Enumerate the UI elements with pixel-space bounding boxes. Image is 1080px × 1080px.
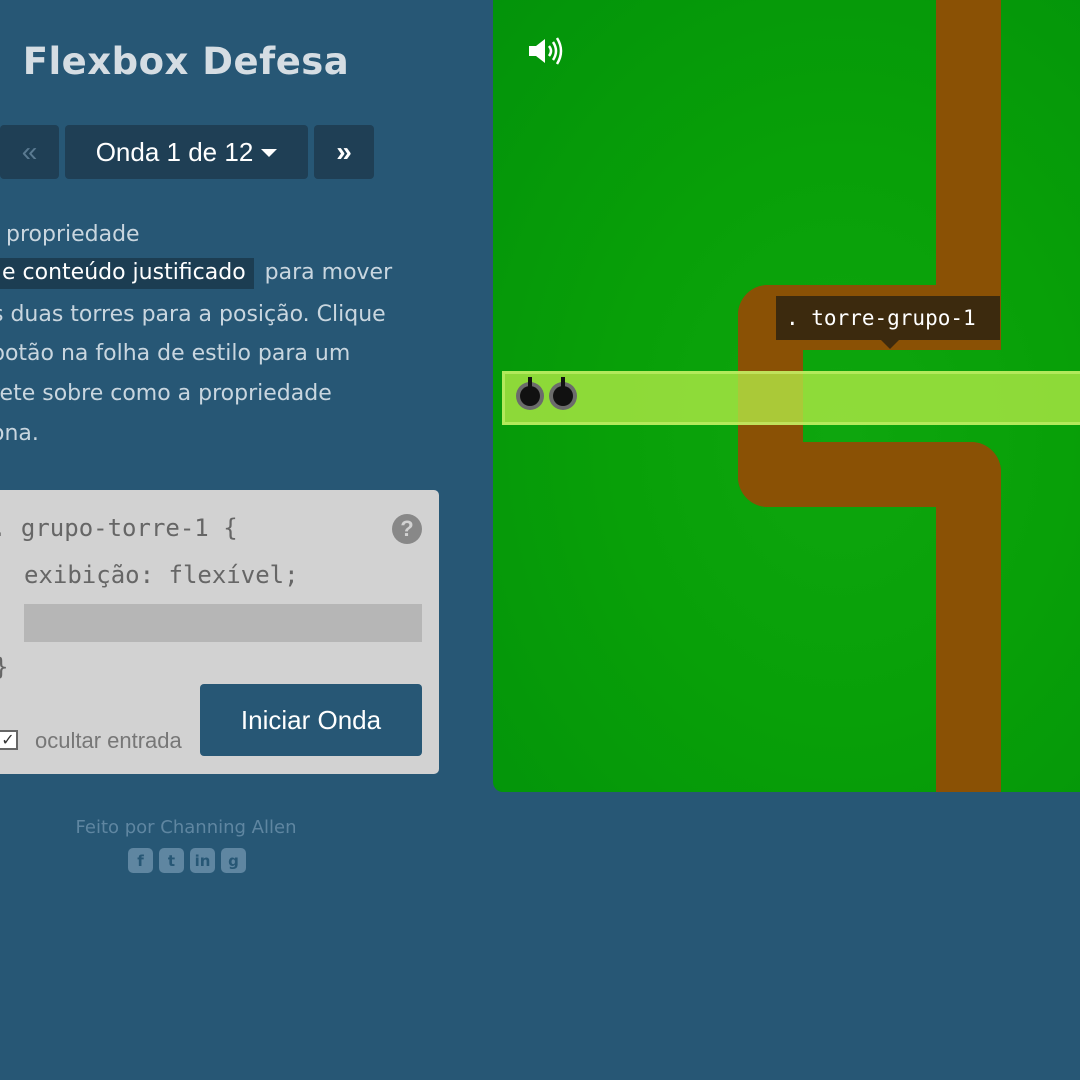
double-chevron-right-icon: » (336, 136, 352, 167)
double-chevron-left-icon: « (21, 136, 38, 167)
facebook-icon[interactable]: f (128, 848, 153, 873)
instruction-line: ona. (0, 421, 39, 446)
previous-wave-button[interactable]: « (0, 125, 59, 179)
tower-group-tooltip: . torre-grupo-1 (776, 296, 1000, 349)
css-closing-brace: } (0, 653, 8, 681)
css-declaration-line: exibição: flexível; (24, 561, 299, 589)
linkedin-icon[interactable]: in (190, 848, 215, 873)
credit-text: Feito por Channing Allen (75, 817, 297, 838)
help-icon[interactable]: ? (392, 514, 422, 544)
start-wave-button[interactable]: Iniciar Onda (200, 684, 422, 756)
instruction-line: rete sobre como a propriedade (0, 381, 332, 406)
css-selector-line: . grupo-torre-1 { (0, 514, 238, 542)
social-links: f t in g (128, 848, 246, 873)
game-board: . torre-grupo-1 (493, 0, 1080, 792)
wave-label: Onda 1 de 12 (95, 136, 254, 167)
github-icon[interactable]: g (221, 848, 246, 873)
twitter-icon[interactable]: t (159, 848, 184, 873)
tower-icon (549, 377, 577, 410)
css-answer-input[interactable] (24, 604, 422, 642)
hide-input-checkbox[interactable]: ✓ (0, 730, 18, 750)
hide-input-label: ocultar entrada (35, 728, 182, 753)
instruction-line: e conteúdo justificado para mover (0, 258, 393, 289)
speaker-icon[interactable] (527, 36, 567, 66)
enemy-path-segment (936, 442, 1001, 792)
instruction-line: s duas torres para a posição. Clique (0, 302, 386, 327)
wave-selector-dropdown[interactable]: Onda 1 de 12 (65, 125, 308, 179)
instruction-line: propriedade (6, 222, 140, 247)
tower-icon (516, 377, 544, 410)
tower-group-container (502, 371, 1080, 425)
caret-down-icon (261, 149, 278, 157)
instruction-text: para mover (264, 260, 393, 285)
instruction-line: botão na folha de estilo para um (0, 341, 351, 366)
property-highlight: e conteúdo justificado (0, 258, 254, 289)
stylesheet-editor: . grupo-torre-1 { ? exibição: flexível; … (0, 490, 439, 774)
next-wave-button[interactable]: » (314, 125, 374, 179)
game-title: Flexbox Defesa (22, 40, 350, 83)
